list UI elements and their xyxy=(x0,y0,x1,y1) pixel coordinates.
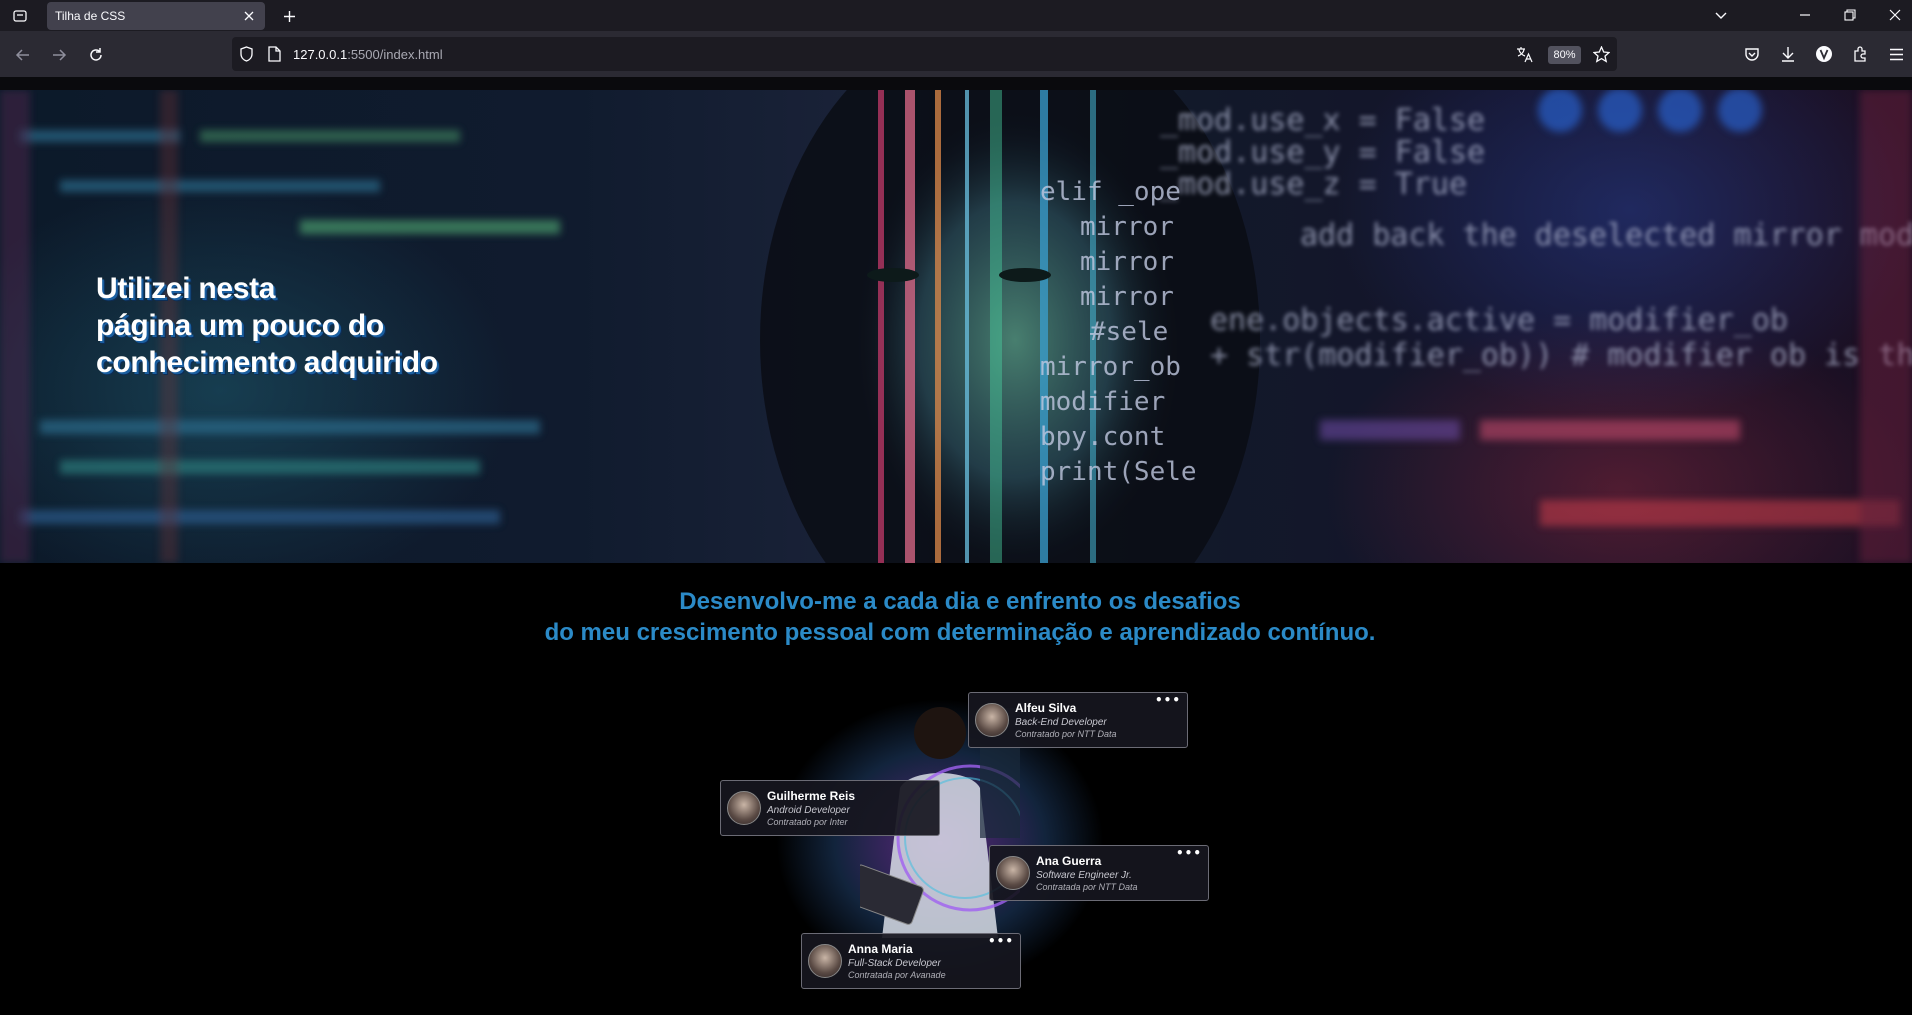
close-icon[interactable] xyxy=(239,6,259,26)
more-options-icon[interactable]: ••• xyxy=(988,934,1014,948)
svg-text:mirror: mirror xyxy=(1080,247,1174,277)
avatar xyxy=(727,791,761,825)
url-text[interactable]: 127.0.0.1:5500/index.html xyxy=(293,47,443,62)
card-name: Guilherme Reis xyxy=(767,789,856,803)
hero-title-line: página um pouco do xyxy=(96,309,384,342)
card-company: Contratado por Inter xyxy=(767,817,848,827)
card-role: Android Developer xyxy=(767,805,850,816)
back-arrow-icon[interactable] xyxy=(10,42,36,68)
tagline-line: do meu crescimento pessoal com determina… xyxy=(544,619,1376,646)
tab-title: Tilha de CSS xyxy=(55,9,126,23)
card-company: Contratada por Avanade xyxy=(848,970,946,980)
avatar xyxy=(996,856,1030,890)
hero-title: Utilizei nesta página um pouco do conhec… xyxy=(96,270,438,381)
forward-arrow-icon[interactable] xyxy=(46,42,72,68)
more-options-icon[interactable]: ••• xyxy=(1155,693,1181,707)
profile-card[interactable]: Ana Guerra Software Engineer Jr. Contrat… xyxy=(989,845,1209,901)
svg-text:modifier: modifier xyxy=(1040,387,1165,417)
card-role: Back-End Developer xyxy=(1015,717,1107,728)
tagline: Desenvolvo-me a cada dia e enfrento os d… xyxy=(0,586,1912,648)
more-options-icon[interactable]: ••• xyxy=(1176,846,1202,860)
extensions-icon[interactable] xyxy=(1848,42,1872,66)
svg-text:_mod.use_x = False: _mod.use_x = False xyxy=(1160,103,1485,138)
card-role: Software Engineer Jr. xyxy=(1036,870,1132,881)
card-name: Anna Maria xyxy=(848,942,913,956)
profile-card[interactable]: Alfeu Silva Back-End Developer Contratad… xyxy=(968,692,1188,748)
svg-text:_mod.use_z = True: _mod.use_z = True xyxy=(1160,167,1467,202)
hero-title-line: Utilizei nesta xyxy=(96,272,276,305)
card-role: Full-Stack Developer xyxy=(848,958,941,969)
feature-illustration: Alfeu Silva Back-End Developer Contratad… xyxy=(720,668,1210,1010)
url-bar[interactable]: 127.0.0.1:5500/index.html 80% xyxy=(232,37,1617,71)
minimize-icon[interactable] xyxy=(1790,3,1820,27)
active-tab[interactable]: Tilha de CSS xyxy=(47,2,265,30)
reload-icon[interactable] xyxy=(83,42,109,68)
svg-text:mirror_ob: mirror_ob xyxy=(1040,352,1181,382)
page-icon[interactable] xyxy=(265,45,283,63)
hero-banner: _mod.use_x = False _mod.use_y = False _m… xyxy=(0,90,1912,563)
window-close-icon[interactable] xyxy=(1880,3,1910,27)
restore-icon[interactable] xyxy=(1835,3,1865,27)
shield-icon[interactable] xyxy=(237,45,255,63)
svg-text:print(Sele: print(Sele xyxy=(1040,457,1197,487)
svg-text:mirror: mirror xyxy=(1080,282,1174,312)
bookmark-star-icon[interactable] xyxy=(1592,45,1610,63)
download-icon[interactable] xyxy=(1776,42,1800,66)
avatar xyxy=(975,703,1009,737)
avatar xyxy=(808,944,842,978)
url-path: :5500/index.html xyxy=(347,47,443,62)
profile-card[interactable]: Anna Maria Full-Stack Developer Contrata… xyxy=(801,933,1021,989)
svg-text:add back the deselected mirror: add back the deselected mirror modifier xyxy=(1300,218,1912,253)
svg-text:bpy.cont: bpy.cont xyxy=(1040,422,1165,452)
url-host: 127.0.0.1 xyxy=(293,47,348,62)
menu-icon[interactable] xyxy=(1884,42,1908,66)
svg-text:mirror: mirror xyxy=(1080,212,1174,242)
toolbar-separator xyxy=(0,77,1912,90)
translate-icon[interactable] xyxy=(1515,45,1533,63)
svg-text:ene.objects.active = modifier_: ene.objects.active = modifier_ob xyxy=(1210,303,1788,338)
pocket-icon[interactable] xyxy=(1740,42,1764,66)
tagline-line: Desenvolvo-me a cada dia e enfrento os d… xyxy=(679,588,1241,615)
card-company: Contratado por NTT Data xyxy=(1015,729,1117,739)
browser-toolbar: 127.0.0.1:5500/index.html 80% xyxy=(0,31,1912,77)
browser-tab-bar: Tilha de CSS xyxy=(0,0,1912,31)
card-name: Alfeu Silva xyxy=(1015,701,1077,715)
account-avatar-icon[interactable] xyxy=(1812,42,1836,66)
new-tab-icon[interactable] xyxy=(278,5,300,27)
zoom-level-badge[interactable]: 80% xyxy=(1548,46,1581,64)
svg-text:elif _ope: elif _ope xyxy=(1040,177,1181,207)
svg-text:#sele: #sele xyxy=(1090,317,1168,347)
svg-text:+ str(modifier_ob)) # modifier: + str(modifier_ob)) # modifier ob is the… xyxy=(1210,338,1912,373)
profile-card[interactable]: Guilherme Reis Android Developer Contrat… xyxy=(720,780,940,836)
chevron-down-icon[interactable] xyxy=(1706,3,1736,27)
card-name: Ana Guerra xyxy=(1036,854,1102,868)
svg-text:_mod.use_y = False: _mod.use_y = False xyxy=(1160,135,1485,170)
tab-list-icon[interactable] xyxy=(8,4,32,28)
card-company: Contratada por NTT Data xyxy=(1036,882,1138,892)
hero-title-line: conhecimento adquirido xyxy=(96,346,438,379)
